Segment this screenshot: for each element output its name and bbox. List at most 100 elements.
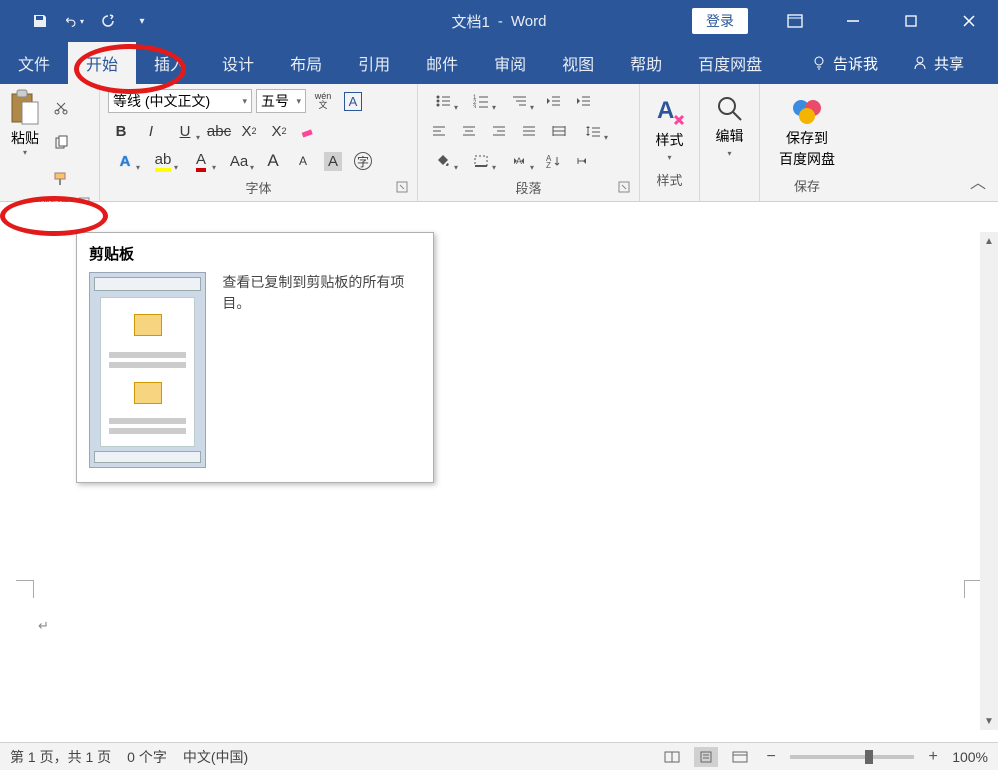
align-right-icon[interactable] [486,118,512,144]
svg-text:Z: Z [546,161,551,168]
line-spacing-icon[interactable] [576,118,610,144]
view-read-mode-icon[interactable] [660,747,684,767]
font-launcher[interactable] [395,181,409,195]
zoom-out-button[interactable]: − [762,748,780,766]
baidu-cloud-icon [789,94,825,126]
phonetic-guide-icon[interactable]: wén文 [310,88,336,114]
tooltip-text: 查看已复制到剪贴板的所有项目。 [222,272,421,468]
zoom-slider-thumb[interactable] [865,750,873,764]
sort-icon[interactable]: AZ [540,148,566,174]
increase-indent-icon[interactable] [570,88,596,114]
clear-formatting-icon[interactable] [296,118,322,144]
font-size-combo[interactable]: 五号▾ [256,89,306,113]
underline-button[interactable]: U [168,118,202,144]
status-words[interactable]: 0 个字 [127,747,167,767]
page-corner-left [16,580,34,598]
scroll-up-icon[interactable]: ▲ [980,232,998,250]
editing-button[interactable]: 编辑▾ [708,88,751,164]
title-bar-right: 登录 [692,0,998,42]
cursor-marker: ↵ [38,618,49,634]
tab-view[interactable]: 视图 [544,42,612,84]
tab-layout[interactable]: 布局 [272,42,340,84]
undo-icon[interactable]: ▾ [64,11,84,31]
minimize-icon[interactable] [824,0,882,42]
view-web-layout-icon[interactable] [728,747,752,767]
tab-references[interactable]: 引用 [340,42,408,84]
align-justify-icon[interactable] [516,118,542,144]
paragraph-launcher[interactable] [617,181,631,195]
group-font: 等线 (中文正文)▾ 五号▾ wén文 A B I U abc X2 X2 A … [100,84,418,201]
tab-baidu[interactable]: 百度网盘 [680,42,780,84]
change-case-icon[interactable]: Aa [222,148,256,174]
tab-help[interactable]: 帮助 [612,42,680,84]
share-button[interactable]: 共享 [898,53,978,74]
redo-icon[interactable] [98,11,118,31]
text-effects-icon[interactable]: A [108,148,142,174]
group-label-paragraph: 段落 [426,176,631,199]
cut-icon[interactable] [48,94,74,120]
align-left-icon[interactable] [426,118,452,144]
bold-button[interactable]: B [108,118,134,144]
find-icon [715,94,745,124]
zoom-in-button[interactable]: + [924,748,942,766]
copy-icon[interactable] [48,130,74,156]
superscript-button[interactable]: X2 [266,118,292,144]
qat-customize-icon[interactable]: ▾ [132,11,152,31]
tell-me[interactable]: 告诉我 [797,53,892,74]
status-bar: 第 1 页，共 1 页 0 个字 中文(中国) − + 100% [0,742,998,770]
tab-design[interactable]: 设计 [204,42,272,84]
group-label-font: 字体 [108,176,409,199]
svg-text:3: 3 [473,105,477,108]
format-painter-icon[interactable] [48,166,74,192]
show-marks-icon[interactable] [570,148,596,174]
group-clipboard: 粘贴 ▾ 剪贴板 [0,84,100,201]
character-border-icon[interactable]: A [340,88,366,114]
close-icon[interactable] [940,0,998,42]
scroll-down-icon[interactable]: ▼ [980,712,998,730]
maximize-icon[interactable] [882,0,940,42]
ribbon-display-icon[interactable] [766,0,824,42]
window-title: 文档1 - Word [452,11,547,32]
asian-layout-icon[interactable]: A [502,148,536,174]
login-button[interactable]: 登录 [692,8,748,34]
svg-text:A: A [516,156,522,166]
subscript-button[interactable]: X2 [236,118,262,144]
font-color-icon[interactable]: A [184,148,218,174]
status-page[interactable]: 第 1 页，共 1 页 [10,747,111,767]
align-distribute-icon[interactable] [546,118,572,144]
shading-icon[interactable] [426,148,460,174]
app-name: Word [511,13,547,30]
multilevel-list-icon[interactable] [502,88,536,114]
tab-file[interactable]: 文件 [0,42,68,84]
shrink-font-icon[interactable]: A [290,148,316,174]
font-name-combo[interactable]: 等线 (中文正文)▾ [108,89,252,113]
tab-home[interactable]: 开始 [68,42,136,84]
character-shading-icon[interactable]: A [320,148,346,174]
enclose-characters-icon[interactable]: 字 [350,148,376,174]
decrease-indent-icon[interactable] [540,88,566,114]
tab-review[interactable]: 审阅 [476,42,544,84]
tab-insert[interactable]: 插入 [136,42,204,84]
align-center-icon[interactable] [456,118,482,144]
zoom-slider[interactable] [790,755,914,759]
highlight-icon[interactable]: ab [146,148,180,174]
numbering-icon[interactable]: 123 [464,88,498,114]
paste-button[interactable]: 粘贴 ▾ [8,88,42,192]
tab-mailings[interactable]: 邮件 [408,42,476,84]
bullets-icon[interactable] [426,88,460,114]
borders-icon[interactable] [464,148,498,174]
tooltip-title: 剪贴板 [89,243,421,264]
group-editing: 编辑▾ [700,84,760,201]
grow-font-icon[interactable]: A [260,148,286,174]
styles-button[interactable]: A 样式▾ [648,88,691,168]
zoom-level[interactable]: 100% [952,749,988,765]
italic-button[interactable]: I [138,118,164,144]
view-print-layout-icon[interactable] [694,747,718,767]
status-language[interactable]: 中文(中国) [183,747,248,767]
save-baidu-button[interactable]: 保存到 百度网盘 [768,88,846,174]
strikethrough-button[interactable]: abc [206,118,232,144]
vertical-scrollbar[interactable]: ▲ ▼ [980,232,998,730]
save-icon[interactable] [30,11,50,31]
collapse-ribbon-icon[interactable]: ︿ [970,169,986,193]
ribbon: 粘贴 ▾ 剪贴板 等线 (中文正文)▾ 五号▾ wén文 A B I [0,84,998,202]
